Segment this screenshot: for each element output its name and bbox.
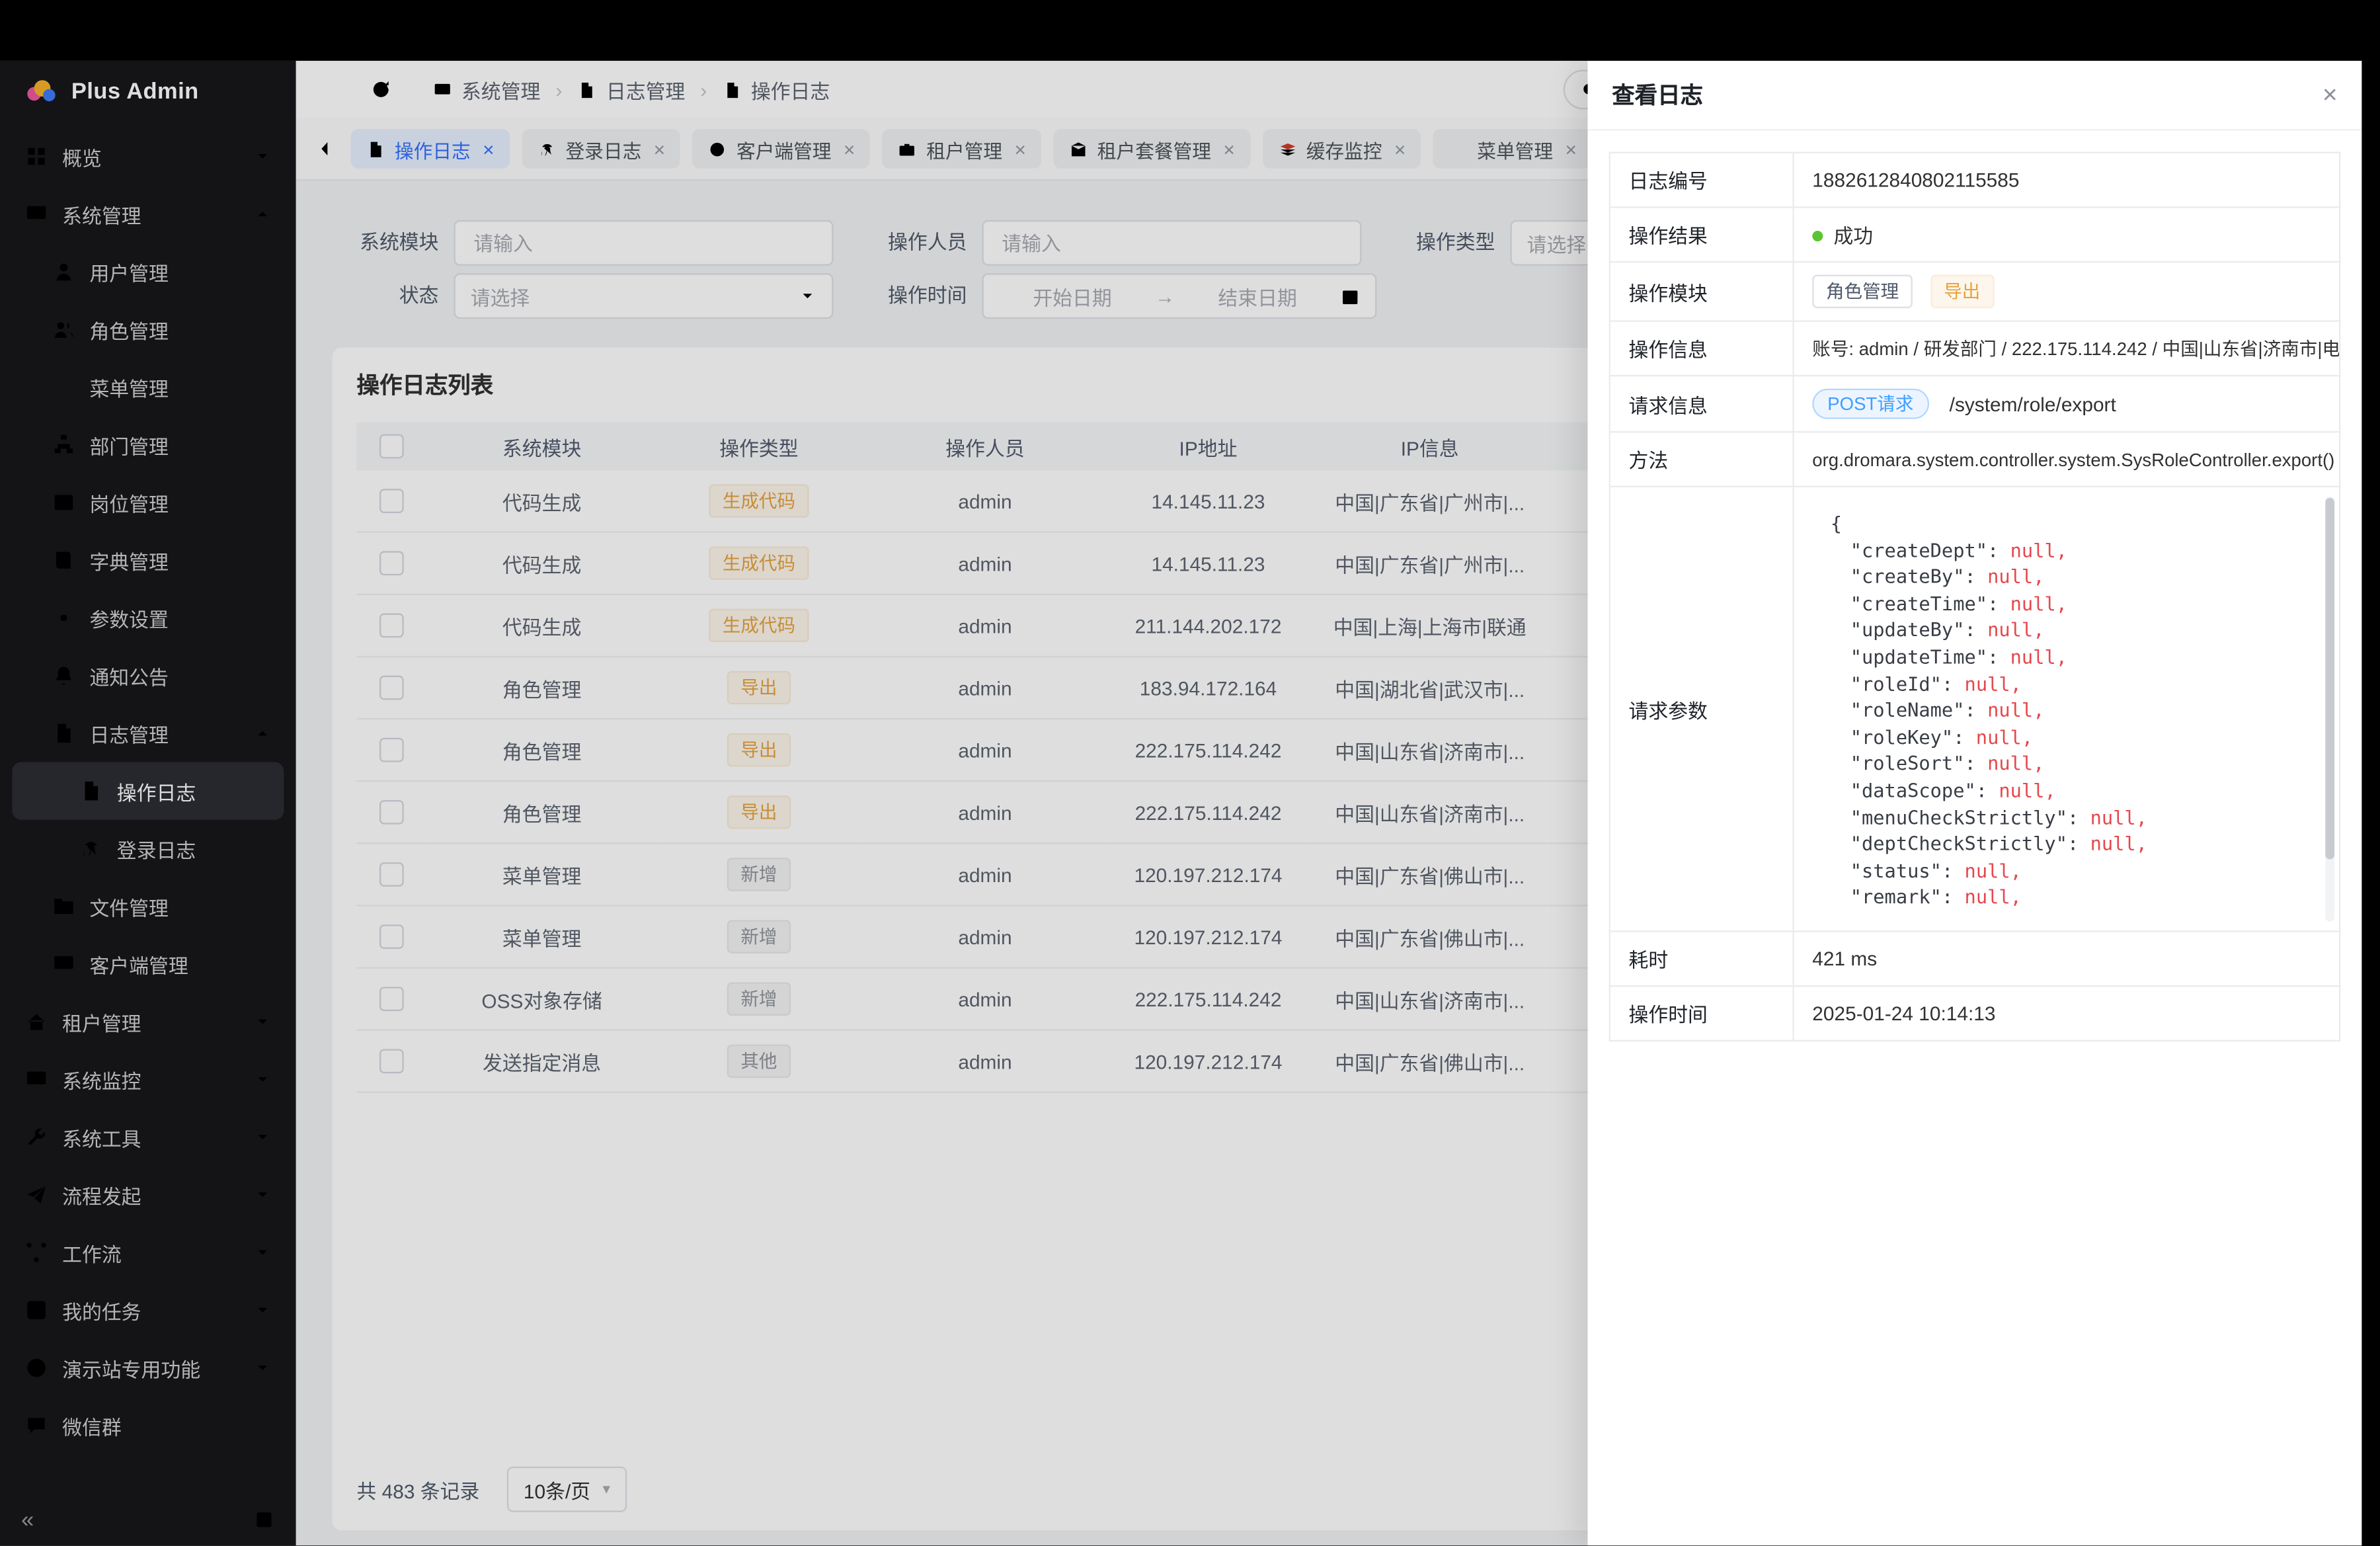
window-top-strip [0, 0, 2380, 61]
detail-label: 操作时间 [1610, 986, 1794, 1041]
drawer-title: 查看日志 [1612, 79, 1703, 110]
detail-label: 操作信息 [1610, 321, 1794, 376]
success-dot-icon [1812, 231, 1823, 241]
module-tag: 角色管理 [1812, 275, 1913, 309]
detail-row-module: 操作模块 角色管理 导出 [1610, 262, 2340, 321]
detail-row-result: 操作结果 成功 [1610, 207, 2340, 262]
log-detail-table: 日志编号 1882612840802115585 操作结果 成功 操作模块 角色… [1609, 152, 2341, 1041]
detail-row-request: 请求信息 POST请求 /system/role/export [1610, 376, 2340, 432]
detail-value-time: 2025-01-24 10:14:13 [1794, 986, 2340, 1041]
detail-row-params: 请求参数 {"createDept": null,"createBy": nul… [1610, 487, 2340, 932]
screen: Plus Admin 概览 系统管理 用户管理 [0, 0, 2380, 1546]
result-text: 成功 [1833, 225, 1873, 247]
detail-row-info: 操作信息 账号: admin / 研发部门 / 222.175.114.242 … [1610, 321, 2340, 376]
detail-label: 耗时 [1610, 932, 1794, 987]
detail-value-request: POST请求 /system/role/export [1794, 376, 2340, 432]
detail-row-duration: 耗时 421 ms [1610, 932, 2340, 987]
detail-row-log-id: 日志编号 1882612840802115585 [1610, 153, 2340, 208]
detail-value-result: 成功 [1794, 207, 2340, 262]
detail-label: 请求参数 [1610, 487, 1794, 932]
detail-value-module: 角色管理 导出 [1794, 262, 2340, 321]
detail-value-log-id: 1882612840802115585 [1794, 153, 2340, 208]
oper-type-tag: 导出 [1930, 275, 1994, 309]
detail-label: 请求信息 [1610, 376, 1794, 432]
detail-row-time: 操作时间 2025-01-24 10:14:13 [1610, 986, 2340, 1041]
detail-label: 日志编号 [1610, 153, 1794, 208]
detail-label: 方法 [1610, 432, 1794, 487]
drawer-body: 日志编号 1882612840802115585 操作结果 成功 操作模块 角色… [1588, 130, 2362, 1063]
post-method-tag: POST请求 [1812, 389, 1928, 419]
scrollbar-thumb[interactable] [2325, 498, 2334, 859]
drawer-header: 查看日志 × [1588, 61, 2362, 131]
detail-label: 操作结果 [1610, 207, 1794, 262]
view-log-drawer: 查看日志 × 日志编号 1882612840802115585 操作结果 成功 … [1588, 61, 2362, 1546]
detail-value-duration: 421 ms [1794, 932, 2340, 987]
close-icon[interactable]: × [2322, 82, 2338, 108]
detail-value-info: 账号: admin / 研发部门 / 222.175.114.242 / 中国|… [1794, 321, 2340, 376]
detail-value-method: org.dromara.system.controller.system.Sys… [1794, 432, 2340, 487]
request-url: /system/role/export [1950, 392, 2116, 415]
detail-row-method: 方法 org.dromara.system.controller.system.… [1610, 432, 2340, 487]
params-code: {"createDept": null,"createBy": null,"cr… [1812, 499, 2320, 918]
window-right-strip [2361, 0, 2380, 1546]
app-window: Plus Admin 概览 系统管理 用户管理 [0, 61, 2361, 1546]
detail-value-params: {"createDept": null,"createBy": null,"cr… [1794, 487, 2340, 932]
detail-label: 操作模块 [1610, 262, 1794, 321]
